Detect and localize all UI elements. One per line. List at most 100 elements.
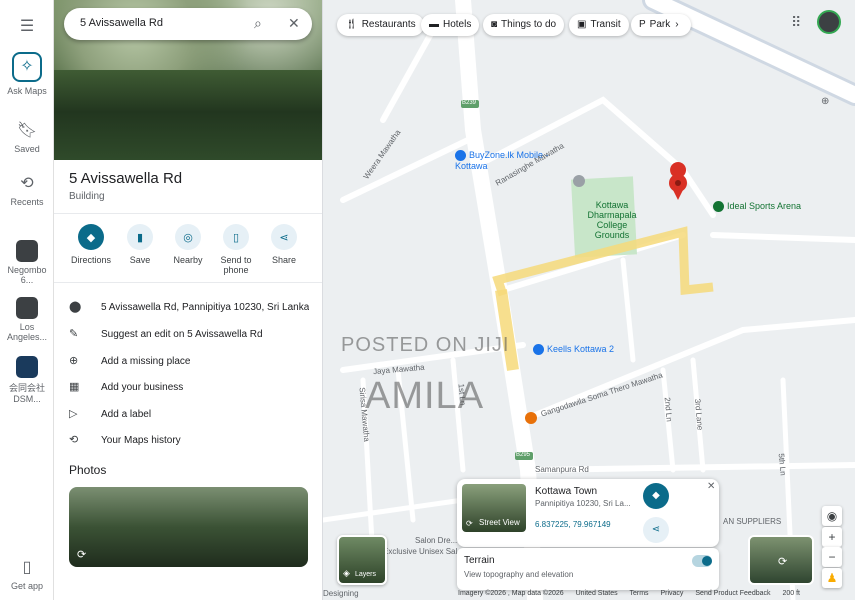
footer-terms[interactable]: Terms bbox=[629, 590, 648, 597]
footer-privacy[interactable]: Privacy bbox=[660, 590, 683, 597]
my-location-button[interactable]: ◉ bbox=[822, 506, 842, 526]
footer-feedback[interactable]: Send Product Feedback bbox=[695, 590, 770, 597]
address-row[interactable]: ⬤ 5 Avissawella Rd, Pannipitiya 10230, Sr… bbox=[69, 300, 309, 316]
add-missing-place-row[interactable]: ⊕ Add a missing place bbox=[69, 354, 191, 370]
place-panel: 5 Avissawella Rd Building ◆ Directions ▮ S… bbox=[54, 0, 323, 600]
route-badge: B239 bbox=[462, 100, 477, 106]
suggest-edit-row[interactable]: ✎ Suggest an edit on 5 Avissawella Rd bbox=[69, 327, 309, 343]
chip-transit[interactable]: ▣ Transit bbox=[569, 14, 629, 36]
street-label: Designing bbox=[323, 589, 359, 598]
recent-thumbnail bbox=[16, 356, 38, 378]
card-title: Kottawa Town bbox=[535, 486, 598, 497]
recent-item-3[interactable]: 会同会社 DSM... bbox=[0, 356, 54, 404]
pegman-button[interactable]: ♟ bbox=[822, 568, 842, 588]
nearby-icon: ◎ bbox=[175, 224, 201, 250]
map-footer: Imagery ©2026 , Map data ©2026 United St… bbox=[458, 590, 810, 597]
share-button[interactable]: ⋖ Share bbox=[260, 224, 308, 265]
history-icon: ⟲ bbox=[20, 175, 34, 192]
recent-item-1[interactable]: Negombo 6... bbox=[0, 240, 54, 285]
360-icon: ⟳ bbox=[778, 556, 788, 568]
photo-thumbnail[interactable]: ⟳ bbox=[69, 487, 308, 567]
poi-label: Ideal Sports Arena bbox=[727, 201, 802, 211]
recent-label-3: 会同会社 DSM... bbox=[8, 383, 45, 404]
get-app-label: Get app bbox=[10, 581, 44, 591]
get-app-button[interactable]: ▯ Get app bbox=[0, 557, 54, 591]
phone-icon: ▯ bbox=[223, 224, 249, 250]
expand-icon[interactable]: ⊕ bbox=[821, 96, 829, 107]
maps-history-row[interactable]: ⟲ Your Maps history bbox=[69, 433, 181, 449]
shop-icon bbox=[455, 150, 466, 162]
directions-button[interactable]: ◆ Directions bbox=[67, 224, 115, 265]
chip-restaurants[interactable]: 🍴︎ Restaurants bbox=[337, 14, 424, 36]
directions-icon: ◆ bbox=[78, 224, 104, 250]
bookmark-icon: 🔖︎ bbox=[16, 122, 38, 139]
directions-label: Directions bbox=[70, 255, 111, 265]
search-input[interactable]: 5 Avissawella Rd bbox=[80, 17, 163, 29]
location-card[interactable]: ⟳ Street View Kottawa Town Pannipitiya 1… bbox=[457, 479, 719, 547]
chip-parking[interactable]: P Park › bbox=[631, 14, 691, 36]
phone-icon: ▯ bbox=[22, 559, 32, 576]
add-place-icon: ⊕ bbox=[69, 355, 79, 367]
terrain-toggle-card[interactable]: Terrain View topography and elevation bbox=[457, 548, 719, 590]
menu-button[interactable]: ☰ bbox=[0, 16, 54, 40]
search-box[interactable]: 5 Avissawella Rd ⌕ ✕ bbox=[64, 8, 312, 40]
zoom-in-button[interactable]: + bbox=[822, 527, 842, 547]
action-bar: ◆ Directions ▮ Save ◎ Nearby ▯ Send to phone… bbox=[54, 213, 322, 283]
footer-attribution: Imagery ©2026 , Map data ©2026 bbox=[458, 590, 564, 597]
avatar[interactable] bbox=[817, 10, 841, 34]
street-view-preview[interactable]: ⟳ bbox=[748, 535, 814, 585]
poi-label: Keells Kottawa 2 bbox=[547, 344, 615, 354]
bookmark-icon: ▮ bbox=[127, 224, 153, 250]
send-to-phone-label: Send to phone bbox=[220, 255, 252, 275]
save-button[interactable]: ▮ Save bbox=[116, 224, 164, 265]
apps-grid-icon[interactable]: ⠿ bbox=[791, 14, 801, 31]
street-label: Samanpura Rd bbox=[535, 465, 589, 474]
share-label: Share bbox=[271, 255, 297, 265]
nearby-button[interactable]: ◎ Nearby bbox=[164, 224, 212, 265]
place-category: Building bbox=[69, 191, 105, 202]
send-to-phone-button[interactable]: ▯ Send to phone bbox=[212, 224, 260, 275]
chip-things-to-do[interactable]: ◙ Things to do bbox=[483, 14, 565, 36]
saved-button[interactable]: 🔖︎ Saved bbox=[0, 120, 54, 154]
chevron-right-icon[interactable]: › bbox=[675, 19, 678, 30]
ask-maps-button[interactable]: ✧ Ask Maps bbox=[0, 52, 54, 96]
menu-icon: ☰ bbox=[19, 18, 35, 35]
photos-heading: Photos bbox=[69, 463, 107, 477]
restaurant-marker-icon[interactable] bbox=[525, 412, 537, 424]
add-label-text: Add a label bbox=[101, 409, 152, 420]
add-business-row[interactable]: ▦ Add your business bbox=[69, 380, 183, 396]
recent-item-2[interactable]: Los Angeles... bbox=[0, 297, 54, 342]
card-close-icon[interactable]: ✕ bbox=[707, 481, 715, 492]
location-icon: ◉ bbox=[826, 509, 838, 523]
close-icon[interactable]: ✕ bbox=[288, 15, 300, 32]
street-label: 5th Ln bbox=[776, 453, 788, 476]
school-icon[interactable] bbox=[573, 175, 585, 187]
transit-icon: ▣ bbox=[577, 19, 587, 30]
layers-icon: ◈ bbox=[343, 568, 350, 578]
card-coordinates[interactable]: 6.837225, 79.967149 bbox=[535, 520, 611, 529]
saved-label: Saved bbox=[14, 144, 40, 154]
footer-country[interactable]: United States bbox=[576, 590, 618, 597]
share-icon: ⋖ bbox=[651, 524, 661, 535]
poi-ideal-sports-arena[interactable]: Ideal Sports Arena bbox=[713, 201, 802, 213]
add-missing-place-text: Add a missing place bbox=[101, 356, 191, 367]
zoom-out-button[interactable]: − bbox=[822, 547, 842, 567]
search-icon[interactable]: ⌕ bbox=[254, 15, 262, 32]
card-share-button[interactable]: ⋖ bbox=[643, 517, 669, 543]
chip-hotels[interactable]: ▬ Hotels bbox=[421, 14, 480, 36]
add-label-row[interactable]: ▷ Add a label bbox=[69, 407, 151, 423]
street-view-thumbnail[interactable]: ⟳ Street View bbox=[462, 484, 526, 532]
add-business-text: Add your business bbox=[101, 382, 184, 393]
poi-college-grounds[interactable]: Kottawa Dharmapala College Grounds bbox=[581, 200, 643, 240]
layers-button[interactable]: ◈ Layers bbox=[337, 535, 387, 585]
suggest-edit-text: Suggest an edit on 5 Avissawella Rd bbox=[101, 329, 263, 340]
terrain-toggle[interactable] bbox=[692, 555, 712, 567]
poi-keells[interactable]: Keells Kottawa 2 bbox=[533, 344, 615, 356]
card-address: Pannipitiya 10230, Sri La... bbox=[535, 499, 631, 508]
route-badge: B295 bbox=[516, 452, 531, 458]
recent-label-2: Los Angeles... bbox=[6, 322, 48, 342]
card-directions-button[interactable]: ◆ bbox=[643, 483, 669, 509]
restaurant-icon: 🍴︎ bbox=[345, 19, 358, 30]
watermark-text: AMILA bbox=[365, 375, 485, 417]
recents-button[interactable]: ⟲ Recents bbox=[0, 173, 54, 207]
